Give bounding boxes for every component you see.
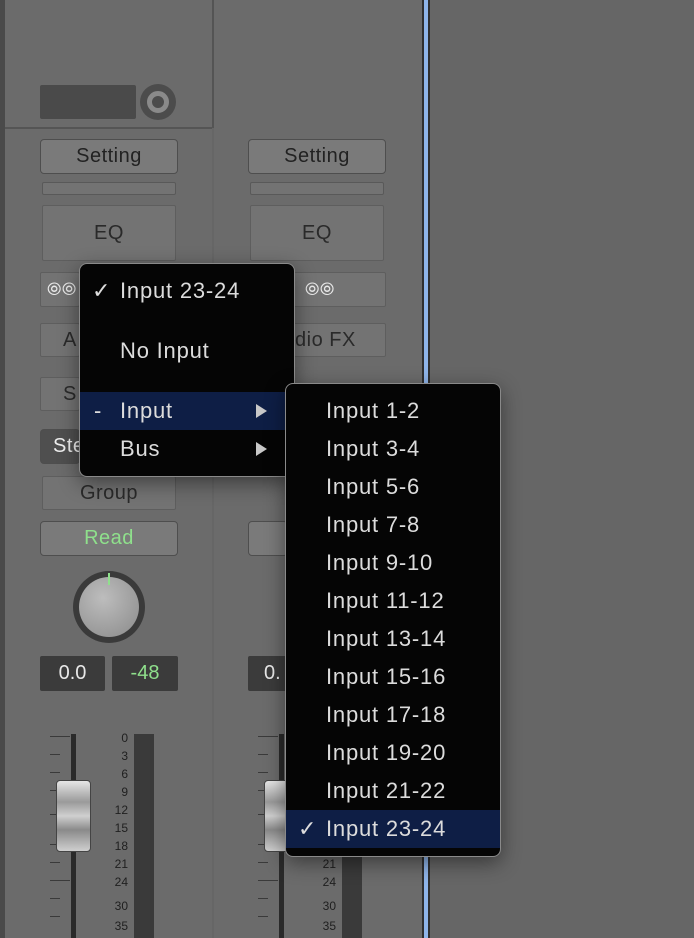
- audio-fx-button-2[interactable]: dio FX: [290, 323, 386, 357]
- output-button-1[interactable]: Ste: [40, 429, 84, 464]
- menu-item-current-input[interactable]: ✓ Input 23-24: [80, 272, 294, 310]
- submenu-arrow-icon: [256, 404, 267, 418]
- audio-fx-button-1[interactable]: A: [40, 323, 80, 357]
- submenu-item[interactable]: ✓ Input 23-24: [286, 810, 500, 848]
- submenu-item-label: Input 13-14: [326, 626, 447, 651]
- input-menu: ✓ Input 23-24 No Input - Input Bus: [79, 263, 295, 477]
- check-icon: ✓: [298, 816, 318, 841]
- input-button-1[interactable]: ⦾⦾: [40, 272, 80, 307]
- submenu-arrow-icon: [256, 442, 267, 456]
- meter-scale-2: 21 24 30 35: [322, 857, 336, 933]
- send-button-1[interactable]: S: [40, 377, 80, 411]
- eq-button-1[interactable]: EQ: [42, 205, 176, 261]
- submenu-item[interactable]: Input 15-16: [286, 658, 500, 696]
- submenu-item-label: Input 3-4: [326, 436, 421, 461]
- submenu-item-label: Input 23-24: [326, 816, 447, 841]
- setting-button-1[interactable]: Setting: [40, 139, 178, 174]
- submenu-item-label: Input 5-6: [326, 474, 421, 499]
- submenu-item[interactable]: Input 3-4: [286, 430, 500, 468]
- level-meter-1: [134, 734, 154, 938]
- peak-display-1[interactable]: -48: [112, 656, 178, 691]
- submenu-item[interactable]: Input 19-20: [286, 734, 500, 772]
- gain-reduction-bar-2: [250, 182, 384, 195]
- input-button-2[interactable]: ⦾⦾: [290, 272, 386, 307]
- level-meter-2: [342, 856, 362, 938]
- dash-mark: -: [94, 398, 103, 423]
- menu-item-input[interactable]: - Input: [80, 392, 294, 430]
- submenu-item-label: Input 7-8: [326, 512, 421, 537]
- submenu-item[interactable]: Input 1-2: [286, 392, 500, 430]
- submenu-item[interactable]: Input 5-6: [286, 468, 500, 506]
- setting-button-2[interactable]: Setting: [248, 139, 386, 174]
- menu-item-label: Input 23-24: [120, 278, 241, 303]
- stereo-link-icon: ⦾⦾: [305, 279, 335, 299]
- menu-item-label: Input: [120, 398, 173, 423]
- input-submenu: Input 1-2 Input 3-4 Input 5-6 Input 7-8 Inpu…: [285, 383, 501, 857]
- automation-read-button-2[interactable]: [248, 521, 288, 556]
- track-color-field[interactable]: [40, 85, 136, 119]
- menu-item-label: Bus: [120, 436, 161, 461]
- input-monitor-icon[interactable]: [140, 84, 176, 120]
- submenu-item-label: Input 1-2: [326, 398, 421, 423]
- submenu-item-label: Input 9-10: [326, 550, 434, 575]
- check-icon: ✓: [92, 278, 112, 303]
- menu-item-no-input[interactable]: No Input: [80, 332, 294, 370]
- eq-button-2[interactable]: EQ: [250, 205, 384, 261]
- submenu-item-label: Input 15-16: [326, 664, 447, 689]
- volume-display-1[interactable]: 0.0: [40, 656, 105, 691]
- left-edge: [0, 0, 5, 938]
- menu-item-bus[interactable]: Bus: [80, 430, 294, 468]
- submenu-item[interactable]: Input 9-10: [286, 544, 500, 582]
- pan-knob-1[interactable]: [73, 571, 145, 643]
- submenu-item[interactable]: Input 7-8: [286, 506, 500, 544]
- submenu-item-label: Input 21-22: [326, 778, 447, 803]
- volume-display-2[interactable]: 0.: [248, 656, 288, 691]
- submenu-item-label: Input 17-18: [326, 702, 447, 727]
- group-button-1[interactable]: Group: [42, 476, 176, 510]
- submenu-item[interactable]: Input 11-12: [286, 582, 500, 620]
- submenu-item[interactable]: Input 17-18: [286, 696, 500, 734]
- stereo-link-icon: ⦾⦾: [47, 279, 77, 299]
- submenu-item[interactable]: Input 21-22: [286, 772, 500, 810]
- meter-scale-1: 0 3 6 9 12 15 18 21 24 30 35: [114, 731, 128, 933]
- submenu-item-label: Input 19-20: [326, 740, 447, 765]
- submenu-item-label: Input 11-12: [326, 588, 445, 613]
- menu-item-label: No Input: [120, 338, 210, 363]
- gain-reduction-bar-1: [42, 182, 176, 195]
- submenu-item[interactable]: Input 13-14: [286, 620, 500, 658]
- fader-handle-1[interactable]: [56, 780, 91, 852]
- strip-header-divider: [5, 127, 212, 129]
- automation-read-button-1[interactable]: Read: [40, 521, 178, 556]
